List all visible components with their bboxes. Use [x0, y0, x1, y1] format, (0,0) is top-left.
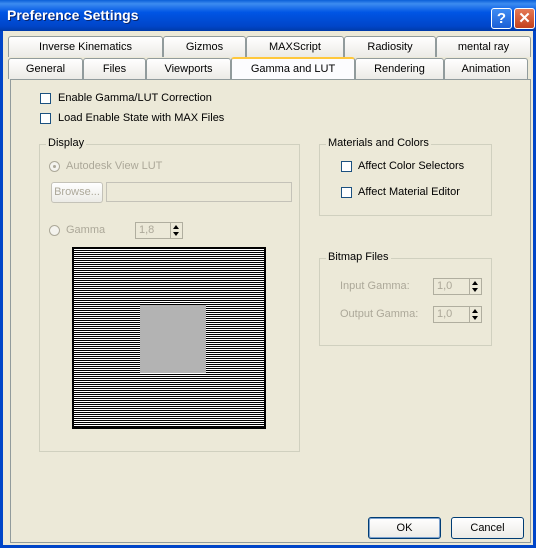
materials-colors-group: Materials and Colors Affect Color Select…: [319, 137, 492, 216]
output-gamma-spinner-arrows[interactable]: [469, 307, 481, 322]
spinner-down-icon[interactable]: [173, 232, 179, 236]
gamma-lut-panel: Enable Gamma/LUT Correction Load Enable …: [10, 79, 531, 543]
tab-files[interactable]: Files: [83, 58, 146, 79]
display-group: Display Autodesk View LUT Browse... Gamm…: [39, 137, 300, 452]
gamma-radio[interactable]: [49, 225, 60, 236]
tab-animation[interactable]: Animation: [444, 58, 528, 79]
tab-inverse-kinematics[interactable]: Inverse Kinematics: [8, 36, 163, 57]
tab-rendering[interactable]: Rendering: [355, 58, 444, 79]
autodesk-view-lut-label[interactable]: Autodesk View LUT: [66, 160, 162, 172]
tab-gizmos[interactable]: Gizmos: [163, 36, 246, 57]
bitmap-files-legend: Bitmap Files: [326, 251, 391, 263]
tab-maxscript[interactable]: MAXScript: [246, 36, 344, 57]
input-gamma-label: Input Gamma:: [340, 280, 410, 292]
load-enable-state-checkbox[interactable]: [40, 113, 51, 124]
title-bar[interactable]: Preference Settings ? ✕: [0, 0, 536, 31]
help-button[interactable]: ?: [491, 8, 512, 29]
gamma-spinner-arrows[interactable]: [170, 223, 182, 238]
ok-button[interactable]: OK: [368, 517, 441, 539]
input-gamma-value: 1,0: [437, 280, 453, 292]
enable-gamma-label[interactable]: Enable Gamma/LUT Correction: [58, 92, 212, 104]
input-gamma-spinner-arrows[interactable]: [469, 279, 481, 294]
spinner-up-icon[interactable]: [472, 309, 478, 313]
output-gamma-label: Output Gamma:: [340, 308, 419, 320]
gamma-value: 1,8: [139, 224, 155, 236]
gamma-spinner[interactable]: 1,8: [135, 222, 183, 239]
preference-settings-window: Preference Settings ? ✕ Inverse Kinemati…: [0, 0, 536, 548]
affect-material-editor-checkbox[interactable]: [341, 187, 352, 198]
spinner-up-icon[interactable]: [173, 225, 179, 229]
spinner-down-icon[interactable]: [472, 316, 478, 320]
tab-mental-ray[interactable]: mental ray: [436, 36, 531, 57]
autodesk-view-lut-radio[interactable]: [49, 161, 60, 172]
materials-colors-legend: Materials and Colors: [326, 137, 431, 149]
tab-radiosity[interactable]: Radiosity: [344, 36, 436, 57]
enable-gamma-checkbox[interactable]: [40, 93, 51, 104]
spinner-up-icon[interactable]: [472, 281, 478, 285]
bitmap-files-group: Bitmap Files Input Gamma: 1,0 Output Gam…: [319, 251, 492, 346]
affect-color-selectors-label[interactable]: Affect Color Selectors: [358, 160, 464, 172]
affect-color-selectors-checkbox[interactable]: [341, 161, 352, 172]
lut-path-field[interactable]: [106, 182, 292, 202]
gamma-label[interactable]: Gamma: [66, 224, 105, 236]
cancel-button[interactable]: Cancel: [451, 517, 524, 539]
close-button[interactable]: ✕: [514, 8, 535, 29]
gamma-preview-pattern: [72, 247, 266, 429]
tab-general[interactable]: General: [8, 58, 83, 79]
output-gamma-value: 1,0: [437, 308, 453, 320]
input-gamma-spinner[interactable]: 1,0: [433, 278, 482, 295]
window-title: Preference Settings: [7, 7, 139, 23]
browse-button[interactable]: Browse...: [51, 182, 103, 203]
gamma-preview-center: [140, 305, 206, 373]
load-enable-state-label[interactable]: Load Enable State with MAX Files: [58, 112, 224, 124]
spinner-down-icon[interactable]: [472, 288, 478, 292]
tab-gamma-and-lut[interactable]: Gamma and LUT: [231, 57, 355, 79]
affect-material-editor-label[interactable]: Affect Material Editor: [358, 186, 460, 198]
output-gamma-spinner[interactable]: 1,0: [433, 306, 482, 323]
display-legend: Display: [46, 137, 87, 149]
tab-viewports[interactable]: Viewports: [146, 58, 231, 79]
